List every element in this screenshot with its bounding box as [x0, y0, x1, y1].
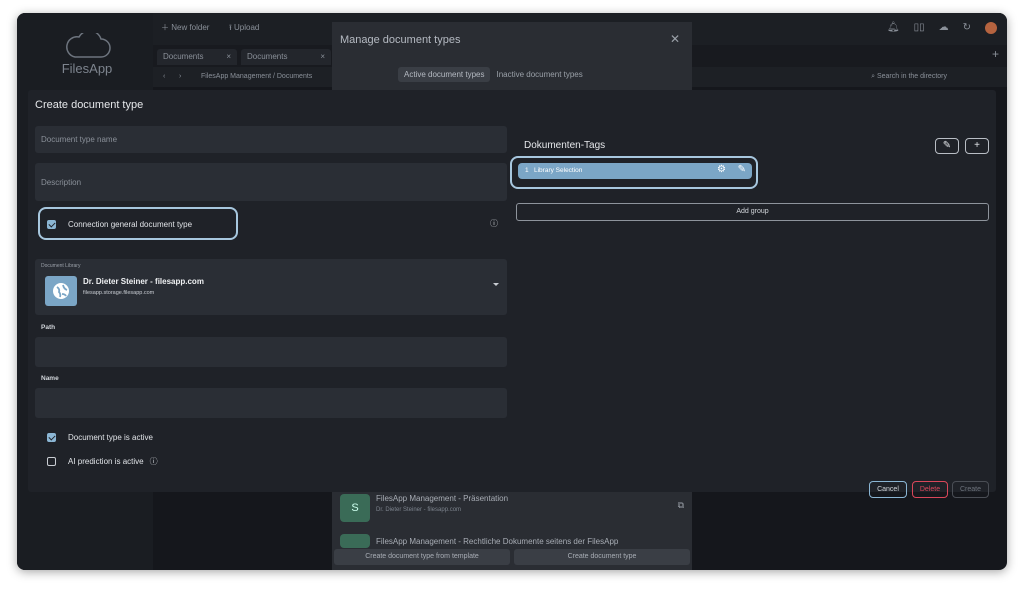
create-from-template-button[interactable]: Create document type from template [334, 549, 510, 565]
add-group-button[interactable]: Add group [516, 203, 989, 221]
search-input[interactable]: ⌕ Search in the directory [871, 73, 947, 81]
description-placeholder: Description [41, 178, 82, 187]
app-logo: FilesApp [57, 33, 117, 76]
pencil-icon[interactable]: ✎ [738, 164, 746, 175]
chevron-down-icon[interactable] [493, 283, 499, 286]
name-placeholder: Document type name [41, 135, 118, 144]
tab-documents-1[interactable]: Documents × [157, 49, 237, 65]
segmented-control: Active document types Inactive document … [398, 67, 589, 82]
create-document-type-dialog: Create document type Document type name … [28, 90, 996, 498]
name-field[interactable] [35, 388, 507, 418]
description-field[interactable]: Description [35, 163, 507, 201]
info-icon[interactable]: ⓘ [150, 456, 158, 467]
new-folder-label: New folder [171, 23, 210, 32]
create-button[interactable]: Create [952, 481, 989, 498]
forward-icon[interactable]: › [179, 73, 181, 80]
list-item[interactable]: S FilesApp Management - Präsentation Dr.… [340, 494, 684, 524]
new-folder-button[interactable]: ＋ New folder [161, 22, 209, 33]
tab-label: Documents [247, 52, 288, 61]
library-title: Dr. Dieter Steiner - filesapp.com [83, 277, 204, 286]
path-label: Path [41, 324, 56, 331]
tags-title: Dokumenten-Tags [524, 140, 606, 151]
tab-label: Documents [163, 52, 204, 61]
list-item-title: FilesApp Management - Rechtliche Dokumen… [376, 537, 619, 546]
cancel-button[interactable]: Cancel [869, 481, 907, 498]
ai-checkbox[interactable] [47, 456, 56, 466]
top-right-icons: 🔔︎ ▯▯ ☁ ↻ [887, 22, 997, 34]
tab-documents-2[interactable]: Documents × [241, 49, 331, 65]
sharepoint-icon: S [340, 494, 370, 522]
connection-label: Connection general document type [68, 219, 193, 229]
list-item-title: FilesApp Management - Präsentation [376, 494, 509, 503]
library-label: Document Library [41, 263, 81, 269]
dialog-title: Manage document types [340, 34, 461, 46]
tag-number: 1 [525, 167, 529, 174]
sharepoint-icon [340, 534, 370, 548]
edit-tags-button[interactable]: ✎ [935, 138, 959, 154]
close-icon[interactable]: ✕ [670, 32, 680, 46]
info-icon[interactable]: ⓘ [490, 218, 498, 229]
active-label: Document type is active [68, 432, 153, 442]
columns-icon[interactable]: ▯▯ [914, 22, 925, 34]
avatar[interactable] [985, 22, 997, 34]
add-tab-icon[interactable]: + [992, 47, 999, 61]
add-tag-button[interactable]: + [965, 138, 989, 154]
plus-icon: + [974, 140, 980, 151]
name-label: Name [41, 375, 59, 382]
create-document-type-button[interactable]: Create document type [514, 549, 690, 565]
upload-button[interactable]: ⭱ Upload [229, 22, 259, 36]
globe-icon [45, 276, 77, 306]
upload-label: Upload [234, 23, 260, 32]
pencil-icon: ✎ [942, 140, 952, 151]
ai-checkbox-row[interactable]: AI prediction is active ⓘ [38, 446, 158, 476]
active-checkbox[interactable] [47, 432, 56, 442]
tab-inactive-types[interactable]: Inactive document types [490, 67, 588, 82]
cloud-icon[interactable]: ☁ [939, 22, 949, 34]
close-icon[interactable]: × [320, 49, 325, 65]
list-item-subtitle: Dr. Dieter Steiner - filesapp.com [376, 507, 462, 513]
ai-label: AI prediction is active [68, 456, 144, 466]
tag-group[interactable]: 1 Library Selection ⚙ ✎ [518, 163, 752, 179]
gear-icon[interactable]: ⚙ [717, 164, 726, 175]
refresh-icon[interactable]: ↻ [963, 22, 971, 34]
bell-icon[interactable]: 🔔︎ [887, 22, 900, 34]
connection-checkbox[interactable] [47, 219, 56, 229]
search-placeholder: Search in the directory [876, 73, 947, 80]
delete-button[interactable]: Delete [912, 481, 948, 498]
document-type-name-field[interactable]: Document type name [35, 126, 507, 153]
copy-icon[interactable]: ⧉ [678, 500, 684, 511]
app-name: FilesApp [61, 61, 113, 76]
tab-active-types[interactable]: Active document types [398, 67, 491, 82]
close-icon[interactable]: × [226, 49, 231, 65]
tag-name: Library Selection [534, 167, 583, 174]
document-library-select[interactable]: Document Library Dr. Dieter Steiner - fi… [35, 259, 507, 315]
app-window: FilesApp ＋ New folder ⭱ Upload 🔔︎ ▯▯ ☁ ↻… [17, 13, 1007, 570]
path-field[interactable] [35, 337, 507, 367]
breadcrumb[interactable]: FilesApp Management / Documents [201, 73, 312, 80]
back-icon[interactable]: ‹ [163, 73, 165, 80]
connection-checkbox-row[interactable]: Connection general document type [38, 209, 192, 239]
dialog-title: Create document type [35, 99, 144, 111]
library-subtitle: filesapp.storage.filesapp.com [83, 290, 155, 296]
